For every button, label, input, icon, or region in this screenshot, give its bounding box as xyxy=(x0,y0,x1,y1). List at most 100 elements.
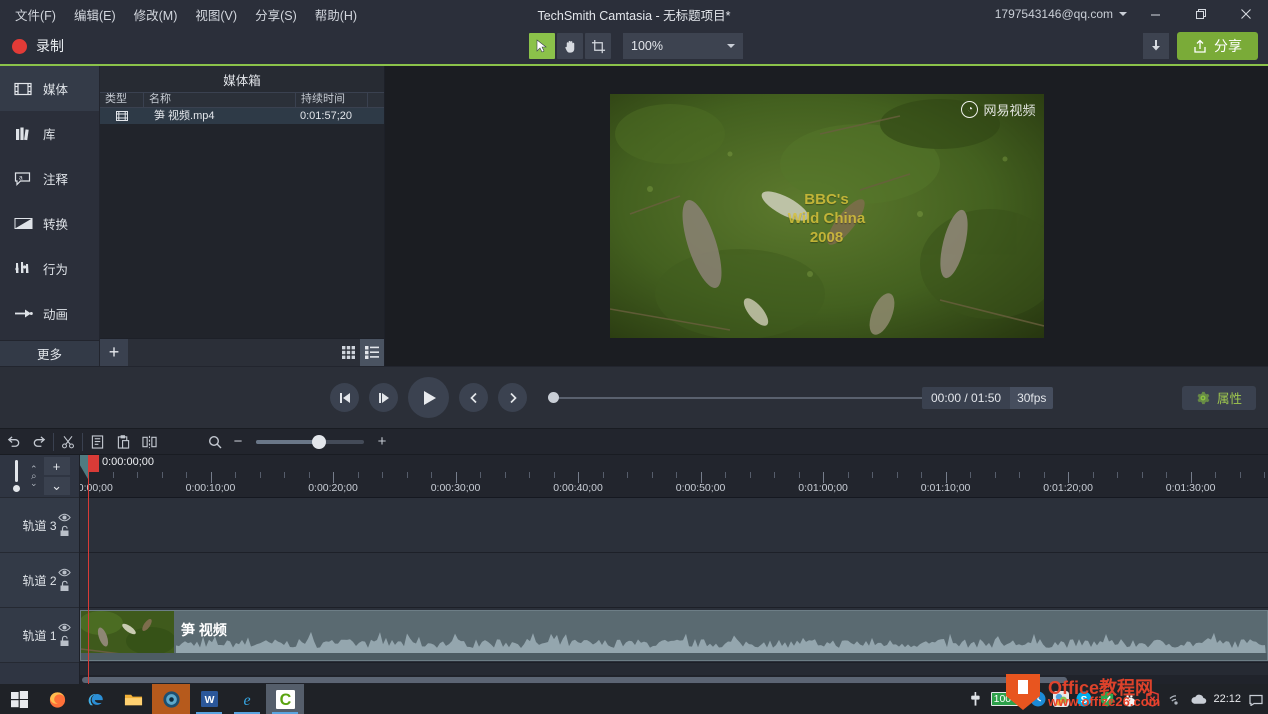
previous-button[interactable] xyxy=(459,383,488,412)
playhead[interactable]: 0:00:00;00 xyxy=(80,455,154,684)
scrubber[interactable] xyxy=(548,392,938,403)
onedrive-icon[interactable] xyxy=(1190,691,1207,708)
firefox-icon[interactable] xyxy=(38,684,76,714)
grid-view-button[interactable] xyxy=(336,339,360,367)
marker-track[interactable] xyxy=(8,460,24,492)
internet-explorer-icon[interactable]: e xyxy=(228,684,266,714)
scrollbar-thumb[interactable] xyxy=(82,677,1067,683)
skype-icon[interactable]: S xyxy=(1075,691,1092,708)
close-button[interactable] xyxy=(1223,0,1268,28)
paste-button[interactable] xyxy=(110,429,136,455)
taskbar-clock[interactable]: 22:12 xyxy=(1213,693,1241,705)
timeline-ruler[interactable]: 0:00:00;00 0:00:10;00 0:00:20;00 0:00:30;00… xyxy=(80,455,1268,498)
menu-edit[interactable]: 编辑(E) xyxy=(65,1,125,28)
track-lane-2[interactable] xyxy=(80,553,1268,608)
track-menu-button[interactable]: ⌄ xyxy=(43,477,70,495)
scrubber-track[interactable] xyxy=(559,396,938,399)
cursor-tool-button[interactable] xyxy=(529,33,555,59)
account-menu[interactable]: 1797543146@qq.com xyxy=(985,7,1133,21)
quiz-track-icon[interactable]: ⌃ ⌕ ⌄ xyxy=(30,464,38,487)
eye-icon[interactable] xyxy=(58,513,71,522)
previous-frame-button[interactable] xyxy=(330,383,359,412)
zoom-slider-handle[interactable] xyxy=(312,434,327,449)
download-button[interactable] xyxy=(1143,33,1169,59)
eye-icon[interactable] xyxy=(58,568,71,577)
record-button[interactable]: 录制 xyxy=(0,27,78,65)
sidebar-item-transitions[interactable]: 转换 xyxy=(0,201,99,246)
play-button[interactable] xyxy=(408,377,449,418)
clock-app-icon[interactable] xyxy=(1029,691,1046,708)
plug-icon[interactable] xyxy=(968,691,985,708)
scrubber-handle[interactable] xyxy=(548,392,559,403)
notification-center-icon[interactable] xyxy=(1247,691,1264,708)
battery-indicator[interactable]: 100% xyxy=(990,692,1024,706)
cut-button[interactable] xyxy=(55,429,81,455)
track-controls-2 xyxy=(58,568,71,592)
menu-view[interactable]: 视图(V) xyxy=(186,1,246,28)
timeline-header-tools: ⌃ ⌕ ⌄ + ⌄ xyxy=(0,455,79,498)
shield-antivirus-icon[interactable] xyxy=(1098,691,1115,708)
timeline-canvas[interactable]: 0:00:00;00 0:00:10;00 0:00:20;00 0:00:30;00… xyxy=(80,455,1268,684)
unlock-icon[interactable] xyxy=(59,580,70,592)
list-view-button[interactable] xyxy=(360,338,384,367)
preview-canvas[interactable]: ◔ 网易视频 BBC's Wild China 2008 xyxy=(385,66,1268,366)
timeline-horizontal-scrollbar[interactable] xyxy=(80,675,1268,684)
unlock-icon[interactable] xyxy=(59,635,70,647)
video-frame: ◔ 网易视频 BBC's Wild China 2008 xyxy=(609,94,1044,338)
hand-tool-button[interactable] xyxy=(557,33,583,59)
next-frame-button[interactable] xyxy=(369,383,398,412)
column-header-duration[interactable]: 持续时间 xyxy=(296,92,368,108)
file-explorer-icon[interactable] xyxy=(114,684,152,714)
sidebar-item-library[interactable]: 库 xyxy=(0,111,99,156)
track-header-3[interactable]: 轨道 3 xyxy=(0,498,79,553)
timeline-zoom-slider[interactable] xyxy=(256,434,364,449)
canvas-zoom-select[interactable]: 100% xyxy=(623,33,743,59)
split-button[interactable] xyxy=(136,429,162,455)
security-guard-icon[interactable] xyxy=(1144,691,1161,708)
menu-modify[interactable]: 修改(M) xyxy=(125,1,187,28)
wifi-icon[interactable] xyxy=(1167,691,1184,708)
minimize-button[interactable] xyxy=(1133,0,1178,28)
zoom-slider-fill xyxy=(256,439,318,444)
add-media-button[interactable]: + xyxy=(100,338,128,367)
properties-button[interactable]: 属性 xyxy=(1181,385,1256,410)
track-header-2[interactable]: 轨道 2 xyxy=(0,553,79,608)
security-app-icon[interactable] xyxy=(1052,691,1069,708)
track-lane-1[interactable]: 笋 视频 xyxy=(80,608,1268,663)
sidebar-item-media[interactable]: 媒体 xyxy=(0,66,99,111)
zoom-out-button[interactable]: − xyxy=(228,433,248,450)
track-header-1[interactable]: 轨道 1 xyxy=(0,608,79,663)
camtasia-icon[interactable]: C xyxy=(266,684,304,714)
unlock-icon[interactable] xyxy=(59,525,70,537)
sidebar-item-animations[interactable]: 动画 xyxy=(0,291,99,336)
maximize-button[interactable] xyxy=(1178,0,1223,28)
track-lane-3[interactable] xyxy=(80,498,1268,553)
menu-share[interactable]: 分享(S) xyxy=(246,1,306,28)
add-track-button[interactable]: + xyxy=(43,457,70,475)
start-button[interactable] xyxy=(0,684,38,714)
column-header-type[interactable]: 类型 xyxy=(100,92,144,108)
share-button[interactable]: 分享 xyxy=(1177,32,1258,60)
ruler-label: 0:00:10;00 xyxy=(185,482,236,494)
word-icon[interactable]: W xyxy=(190,684,228,714)
zoom-in-button[interactable]: + xyxy=(372,433,392,450)
zoom-fit-button[interactable] xyxy=(202,429,228,455)
sidebar-item-behaviors[interactable]: 行为 xyxy=(0,246,99,291)
edge-icon[interactable] xyxy=(76,684,114,714)
fps-label[interactable]: 30fps xyxy=(1010,386,1054,409)
qq-icon[interactable] xyxy=(1121,691,1138,708)
crop-tool-button[interactable] xyxy=(585,33,611,59)
sidebar-more-button[interactable]: 更多 xyxy=(0,340,99,366)
column-header-name[interactable]: 名称 xyxy=(144,92,296,108)
menu-file[interactable]: 文件(F) xyxy=(6,1,65,28)
undo-button[interactable] xyxy=(0,429,26,455)
next-button[interactable] xyxy=(498,383,527,412)
redo-button[interactable] xyxy=(26,429,52,455)
copy-button[interactable] xyxy=(84,429,110,455)
timeline-clip[interactable]: 笋 视频 xyxy=(80,610,1268,661)
media-player-icon[interactable] xyxy=(152,684,190,714)
sidebar-item-annotations[interactable]: a 注释 xyxy=(0,156,99,201)
table-row[interactable]: 笋 视频.mp4 0:01:57;20 xyxy=(100,108,384,124)
eye-icon[interactable] xyxy=(58,623,71,632)
menu-help[interactable]: 帮助(H) xyxy=(306,1,366,28)
